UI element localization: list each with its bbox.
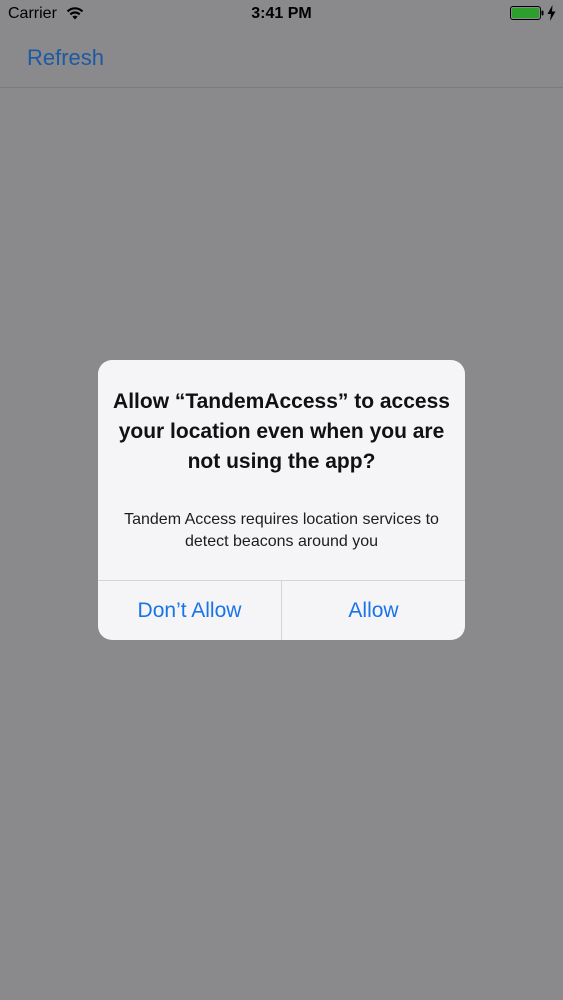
status-bar: Carrier 3:41 PM [0,0,563,30]
charging-icon [547,5,556,21]
status-time: 3:41 PM [251,5,312,22]
dont-allow-button[interactable]: Don’t Allow [98,581,281,640]
navigation-bar: Refresh [0,30,563,88]
allow-button[interactable]: Allow [282,581,465,640]
location-permission-alert: Allow “TandemAccess” to access your loca… [98,360,465,640]
alert-button-row: Don’t Allow Allow [98,581,465,640]
battery-icon [510,6,544,20]
refresh-button[interactable]: Refresh [27,44,104,72]
alert-title: Allow “TandemAccess” to access your loca… [113,390,450,473]
alert-message: Tandem Access requires location services… [124,511,439,550]
